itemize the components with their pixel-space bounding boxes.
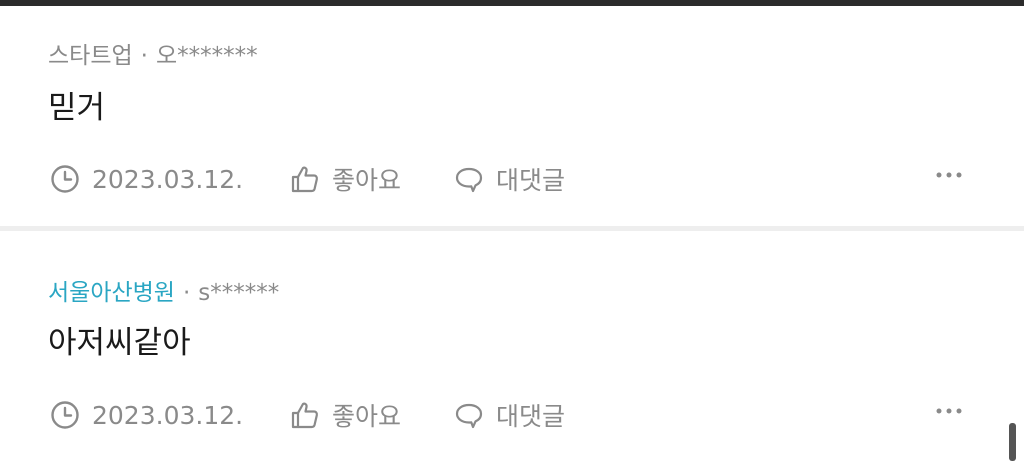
like-button[interactable]: 좋아요	[290, 159, 401, 199]
more-options-button[interactable]	[934, 155, 964, 195]
like-label: 좋아요	[332, 166, 402, 195]
reply-button[interactable]: 대댓글	[454, 395, 565, 435]
comment-date: 2023.03.12.	[50, 159, 243, 199]
comment-actions: 2023.03.12. 좋아요 대댓글	[50, 159, 974, 199]
thumbs-up-icon	[290, 164, 320, 194]
comment-date: 2023.03.12.	[50, 395, 243, 435]
clock-icon	[50, 164, 80, 194]
meta-separator: ·	[140, 43, 148, 69]
meta-separator: ·	[182, 280, 191, 306]
like-button[interactable]: 좋아요	[290, 395, 401, 435]
clock-icon	[50, 400, 80, 430]
thumbs-up-icon	[290, 400, 320, 430]
comment-meta: 스타트업 · 오*******	[48, 36, 258, 70]
reply-label: 대댓글	[496, 166, 566, 195]
comment-group-label[interactable]: 스타트업	[48, 43, 133, 69]
more-horizontal-icon	[934, 396, 964, 426]
comment-text: 아저씨같아	[48, 325, 191, 361]
speech-bubble-icon	[454, 400, 484, 430]
comment-author: 오*******	[155, 43, 258, 69]
comment-text: 믿거	[48, 90, 106, 126]
comment-meta: 서울아산병원 · s******	[48, 273, 279, 307]
comment-author: s******	[198, 280, 280, 306]
comment-item: 스타트업 · 오******* 믿거 2023.03.12. 좋아요 대댓글	[0, 6, 1024, 226]
speech-bubble-icon	[454, 164, 484, 194]
reply-label: 대댓글	[496, 402, 566, 431]
comment-actions: 2023.03.12. 좋아요 대댓글	[50, 395, 974, 435]
scrollbar-thumb[interactable]	[1009, 423, 1016, 461]
comment-date-text: 2023.03.12.	[92, 164, 244, 194]
reply-button[interactable]: 대댓글	[454, 159, 565, 199]
more-options-button[interactable]	[934, 391, 964, 431]
comment-group-label[interactable]: 서울아산병원	[48, 280, 175, 306]
like-label: 좋아요	[332, 402, 402, 431]
more-horizontal-icon	[934, 160, 964, 190]
comment-item: 서울아산병원 · s****** 아저씨같아 2023.03.12. 좋아요 대댓글	[0, 231, 1024, 464]
comment-date-text: 2023.03.12.	[92, 400, 244, 430]
